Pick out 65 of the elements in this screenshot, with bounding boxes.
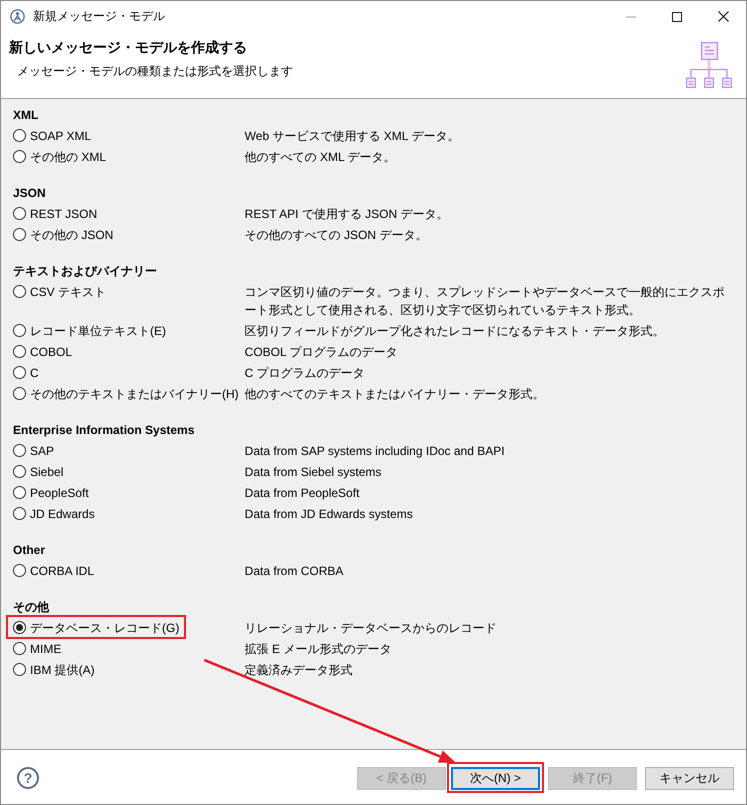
radio-button[interactable]: [13, 642, 26, 655]
radio-button[interactable]: [13, 486, 26, 499]
option-description: COBOL プログラムのデータ: [244, 344, 399, 360]
option-label[interactable]: SOAP XML: [30, 128, 92, 144]
option-description: Data from CORBA: [244, 562, 344, 580]
hierarchy-diagram-icon: [686, 42, 732, 88]
group-heading: テキストおよびバイナリー: [13, 263, 157, 280]
option-label[interactable]: その他の JSON: [30, 226, 114, 242]
option-label[interactable]: CORBA IDL: [30, 562, 94, 578]
option-description: 拡張 E メール形式のデータ: [244, 640, 392, 658]
option-label[interactable]: CSV テキスト: [30, 284, 106, 300]
group-heading: その他: [13, 599, 49, 616]
option-label[interactable]: REST JSON: [30, 206, 98, 222]
option-label[interactable]: COBOL: [30, 344, 72, 360]
page-title: 新しいメッセージ・モデルを作成する: [9, 38, 248, 56]
option-label[interactable]: MIME: [30, 640, 62, 656]
group-heading: Enterprise Information Systems: [13, 422, 194, 439]
option-label[interactable]: Siebel: [30, 464, 64, 480]
radio-button[interactable]: [13, 387, 26, 400]
option-description: Web サービスで使用する XML データ。: [244, 128, 460, 144]
option-label[interactable]: IBM 提供(A): [30, 662, 95, 678]
radio-button[interactable]: [13, 507, 26, 520]
option-label[interactable]: C: [30, 364, 39, 380]
radio-button[interactable]: [13, 621, 26, 634]
radio-button[interactable]: [13, 345, 26, 358]
option-description: Data from PeopleSoft: [244, 484, 360, 502]
radio-button[interactable]: [13, 150, 26, 163]
radio-button[interactable]: [13, 366, 26, 379]
radio-button[interactable]: [13, 228, 26, 241]
radio-button[interactable]: [13, 207, 26, 220]
option-description: REST API で使用する JSON データ。: [244, 206, 450, 222]
radio-button[interactable]: [13, 663, 26, 676]
radio-button[interactable]: [13, 564, 26, 577]
group-heading: JSON: [13, 185, 46, 202]
option-label[interactable]: その他の XML: [30, 148, 106, 164]
help-button[interactable]: ?: [17, 767, 39, 789]
option-description: Data from JD Edwards systems: [244, 506, 414, 522]
group-heading: Other: [13, 542, 46, 559]
option-description: 他のすべての XML データ。: [244, 148, 397, 166]
app-logo-icon: [10, 9, 25, 24]
option-description: Data from SAP systems including IDoc and BAPI: [244, 442, 506, 460]
option-description: その他のすべての JSON データ。: [244, 226, 428, 244]
group-heading: XML: [13, 107, 38, 124]
option-label[interactable]: データベース・レコード(G): [30, 620, 180, 636]
option-description: コンマ区切り値のデータ。つまり、スプレッドシートやデータベースで一般的にエクスポート形式として使用される、区切り文字で区切られているテキスト形式。: [244, 284, 726, 318]
option-label[interactable]: JD Edwards: [30, 506, 95, 522]
option-description: 区切りフィールドがグループ化されたレコードになるテキスト・データ形式。: [244, 322, 666, 340]
option-label[interactable]: レコード単位テキスト(E): [30, 322, 166, 338]
option-description: リレーショナル・データベースからのレコード: [244, 620, 498, 636]
option-description: Data from Siebel systems: [244, 464, 382, 480]
dialog-button[interactable]: 次へ(N) >: [451, 767, 540, 790]
radio-button[interactable]: [13, 324, 26, 337]
option-description: 他のすべてのテキストまたはバイナリー・データ形式。: [244, 386, 546, 402]
option-label[interactable]: SAP: [30, 442, 54, 458]
radio-button[interactable]: [13, 129, 26, 142]
dialog-button[interactable]: キャンセル: [645, 767, 734, 790]
window-title: 新規メッセージ・モデル: [33, 8, 165, 25]
radio-button[interactable]: [13, 285, 26, 298]
option-description: 定義済みデータ形式: [244, 662, 354, 678]
option-label[interactable]: その他のテキストまたはバイナリー(H): [30, 386, 239, 402]
page-subtitle: メッセージ・モデルの種類または形式を選択します: [16, 63, 294, 79]
radio-button[interactable]: [13, 465, 26, 478]
option-label[interactable]: PeopleSoft: [30, 484, 89, 500]
option-description: C プログラムのデータ: [244, 364, 366, 382]
radio-button[interactable]: [13, 444, 26, 457]
